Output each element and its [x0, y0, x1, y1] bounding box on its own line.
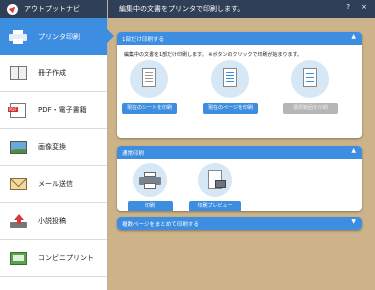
print-option: 印刷 [122, 163, 178, 211]
sidebar: アウトプットナビ プリンタ印刷 冊子作成 PDF PDF・電子書籍 画像変換 メ… [0, 0, 114, 290]
app-brand: アウトプットナビ [0, 0, 107, 18]
panel-description: 編集中の文書を1部だけ印刷します。 ※ボタンのクリックで印刷が始まります。 [124, 52, 302, 58]
sidebar-item-label: 画像変換 [38, 143, 66, 151]
page-title: 編集中の文書をプリンタで印刷します。 [119, 5, 245, 13]
print-current-sheet-button[interactable]: 現在のシートを印刷 [122, 103, 177, 114]
print-button[interactable]: 印刷 [127, 201, 173, 211]
single-copy-panel-header[interactable]: 1部だけ印刷する ▲ [117, 32, 362, 45]
printer-icon [133, 163, 167, 197]
sidebar-item-label: PDF・電子書籍 [38, 106, 87, 114]
pdf-icon: PDF [8, 101, 28, 119]
selection-document-icon [291, 60, 329, 98]
panel-title: 1部だけ印刷する [122, 36, 164, 43]
multi-page-print-panel[interactable]: 複数ページをまとめて印刷する ▼ [117, 217, 362, 230]
convenience-print-icon [8, 249, 28, 267]
print-selection-option: 選択範囲を印刷 [283, 60, 338, 114]
normal-print-panel: 通常印刷 ▲ 印刷 印刷プレビュー [117, 146, 362, 211]
upload-icon [8, 212, 28, 230]
print-page-option: 現在のページを印刷 [203, 60, 258, 114]
sidebar-item-mail-send[interactable]: メール送信 [0, 166, 107, 203]
navi-logo-icon [7, 3, 18, 15]
print-sheet-option: 現在のシートを印刷 [122, 60, 177, 114]
multi-page-print-panel-header[interactable]: 複数ページをまとめて印刷する ▼ [117, 217, 362, 230]
help-button[interactable]: ? [346, 3, 350, 11]
close-button[interactable]: × [361, 3, 367, 11]
sidebar-item-label: プリンタ印刷 [38, 32, 80, 41]
sheet-document-icon [130, 60, 168, 98]
mail-icon [8, 175, 28, 193]
expand-icon[interactable]: ▼ [351, 218, 356, 225]
print-selection-button[interactable]: 選択範囲を印刷 [283, 103, 338, 114]
sidebar-item-label: 小説投稿 [38, 217, 66, 225]
normal-print-panel-header[interactable]: 通常印刷 ▲ [117, 146, 362, 159]
sidebar-item-pdf-ebook[interactable]: PDF PDF・電子書籍 [0, 92, 107, 129]
print-preview-button[interactable]: 印刷プレビュー [189, 201, 241, 211]
sidebar-item-convenience-print[interactable]: コンビニプリント [0, 240, 107, 277]
page-document-icon [211, 60, 249, 98]
collapse-icon[interactable]: ▲ [351, 147, 356, 154]
panel-title: 複数ページをまとめて印刷する [122, 221, 199, 228]
sidebar-item-label: メール送信 [38, 180, 73, 188]
print-preview-option: 印刷プレビュー [187, 163, 243, 211]
print-current-page-button[interactable]: 現在のページを印刷 [203, 103, 258, 114]
printer-icon [8, 28, 28, 46]
image-icon [8, 138, 28, 156]
book-icon [8, 64, 28, 82]
sidebar-item-booklet[interactable]: 冊子作成 [0, 55, 107, 92]
sidebar-item-label: 冊子作成 [38, 69, 66, 77]
app-title: アウトプットナビ [24, 5, 80, 13]
header: 編集中の文書をプリンタで印刷します。 ? × [108, 0, 375, 18]
print-preview-icon [198, 163, 232, 197]
panel-title: 通常印刷 [122, 150, 145, 157]
sidebar-item-label: コンビニプリント [38, 254, 94, 262]
sidebar-item-novel-post[interactable]: 小説投稿 [0, 203, 107, 240]
sidebar-item-image-convert[interactable]: 画像変換 [0, 129, 107, 166]
single-copy-panel: 1部だけ印刷する ▲ 編集中の文書を1部だけ印刷します。 ※ボタンのクリックで印… [117, 32, 362, 138]
sidebar-item-printer-print[interactable]: プリンタ印刷 [0, 18, 114, 55]
collapse-icon[interactable]: ▲ [351, 33, 356, 40]
